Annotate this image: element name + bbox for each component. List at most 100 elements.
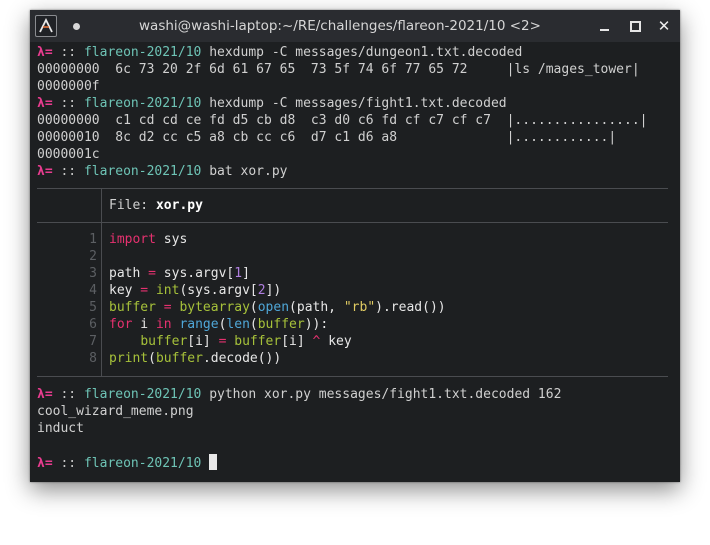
code-token: path [109, 266, 141, 281]
prompt-line: λ= :: flareon-2021/10 hexdump -C message… [37, 95, 507, 112]
code-line: buffer[i] = buffer[i] ^ key [109, 333, 352, 350]
code-token: buffer [155, 351, 203, 366]
code-token: (sys.argv[ [179, 283, 258, 298]
line-number: 7 [89, 334, 97, 349]
code-line: key = int(sys.argv[2]) [109, 282, 281, 299]
prompt-line: λ= :: flareon-2021/10 hexdump -C message… [37, 44, 522, 61]
bat-file-header: File: xor.py [109, 197, 203, 214]
code-token: len [226, 317, 250, 332]
title-bar[interactable]: washi@washi-laptop:~/RE/challenges/flare… [30, 10, 680, 42]
prompt-separator: :: [60, 387, 77, 402]
code-token: ).read()) [375, 300, 446, 315]
terminal-content[interactable]: λ= :: flareon-2021/10 hexdump -C message… [37, 44, 674, 482]
sticky-dot-icon[interactable] [73, 23, 80, 30]
code-token: = [132, 283, 156, 298]
code-token: = [155, 300, 180, 315]
code-token: [i] [187, 334, 211, 349]
code-token: int [155, 283, 180, 298]
prompt-separator: :: [60, 45, 77, 60]
terminal-app-icon[interactable] [35, 15, 57, 37]
code-token: in [155, 317, 172, 332]
output-line: induct [37, 421, 84, 436]
prompt-cwd: flareon-2021/10 [83, 45, 202, 60]
code-token: buffer [140, 334, 188, 349]
bat-header-divider [101, 188, 102, 222]
code-token: sys.argv[ [163, 266, 235, 281]
bat-header-rule [37, 222, 668, 223]
line-number: 5 [89, 300, 97, 315]
line-number: 3 [89, 266, 97, 281]
code-token: [i] [281, 334, 305, 349]
prompt-separator: :: [60, 164, 77, 179]
terminal-window: washi@washi-laptop:~/RE/challenges/flare… [30, 10, 680, 482]
code-token: ( [249, 317, 258, 332]
active-prompt-line[interactable]: λ= :: flareon-2021/10 [37, 454, 218, 471]
line-number: 8 [89, 351, 97, 366]
prompt-line: λ= :: flareon-2021/10 python xor.py mess… [37, 386, 561, 403]
prompt-symbol: λ= [37, 387, 53, 402]
code-token: key [109, 283, 133, 298]
prompt-cwd: flareon-2021/10 [83, 387, 202, 402]
code-token: key [328, 334, 352, 349]
prompt-line: λ= :: flareon-2021/10 bat xor.py [37, 163, 287, 180]
code-token: ^ [304, 334, 329, 349]
prompt-separator: :: [60, 456, 77, 471]
close-button[interactable]: ✕ [655, 17, 673, 35]
command-text: hexdump -C messages/fight1.txt.decoded [209, 96, 507, 111]
code-token: "rb" [343, 300, 376, 315]
minimize-button[interactable] [596, 17, 614, 35]
command-text: python xor.py messages/fight1.txt.decode… [209, 387, 562, 402]
bat-top-rule [37, 188, 668, 189]
output-line: cool_wizard_meme.png [37, 404, 194, 419]
window-title: washi@washi-laptop:~/RE/challenges/flare… [139, 18, 541, 34]
text-cursor [209, 454, 218, 470]
prompt-cwd: flareon-2021/10 [83, 456, 202, 471]
file-label: File: [109, 198, 149, 213]
code-token: bytearray [179, 300, 250, 315]
output-line: 0000000f [37, 79, 100, 94]
maximize-button[interactable] [626, 17, 644, 35]
line-number: 6 [89, 317, 97, 332]
line-number: 2 [89, 249, 97, 264]
code-token: ( [249, 300, 258, 315]
code-token: 1 [234, 266, 243, 281]
code-token: sys [155, 232, 188, 247]
code-line: import sys [109, 231, 187, 248]
output-line: 00000000 6c 73 20 2f 6d 61 67 65 73 5f 7… [37, 62, 640, 77]
code-token: ]) [265, 283, 282, 298]
code-line: print(buffer.decode()) [109, 350, 281, 367]
line-number: 4 [89, 283, 97, 298]
line-number: 1 [89, 232, 97, 247]
prompt-separator: :: [60, 96, 77, 111]
output-line: 0000001c [37, 147, 100, 162]
prompt-cwd: flareon-2021/10 [83, 96, 202, 111]
code-token: for [109, 317, 133, 332]
prompt-symbol: λ= [37, 164, 53, 179]
code-token: open [257, 300, 290, 315]
bat-gutter-divider [101, 222, 102, 376]
prompt-cwd: flareon-2021/10 [83, 164, 202, 179]
code-token: buffer [257, 317, 305, 332]
output-line: 00000010 8c d2 cc c5 a8 cb cc c6 d7 c1 d… [37, 130, 617, 145]
prompt-symbol: λ= [37, 45, 53, 60]
code-token: = [140, 266, 164, 281]
code-token: ] [242, 266, 250, 281]
code-token: print [109, 351, 149, 366]
code-token: buffer [234, 334, 282, 349]
code-token: )): [304, 317, 329, 332]
code-line: buffer = bytearray(open(path, "rb").read… [109, 299, 446, 316]
code-line: path = sys.argv[1] [109, 265, 250, 282]
command-text: hexdump -C messages/dungeon1.txt.decoded [209, 45, 523, 60]
output-line: 00000000 c1 cd cd ce fd d5 cb d8 c3 d0 c… [37, 113, 648, 128]
code-token: ( [148, 351, 156, 366]
code-token: = [210, 334, 235, 349]
code-token: i [132, 317, 156, 332]
prompt-symbol: λ= [37, 96, 53, 111]
code-token: import [109, 232, 156, 247]
prompt-symbol: λ= [37, 456, 53, 471]
code-token: buffer [109, 300, 156, 315]
code-token: .decode()) [202, 351, 282, 366]
bat-bottom-rule [37, 376, 668, 377]
command-text: bat xor.py [209, 164, 288, 179]
